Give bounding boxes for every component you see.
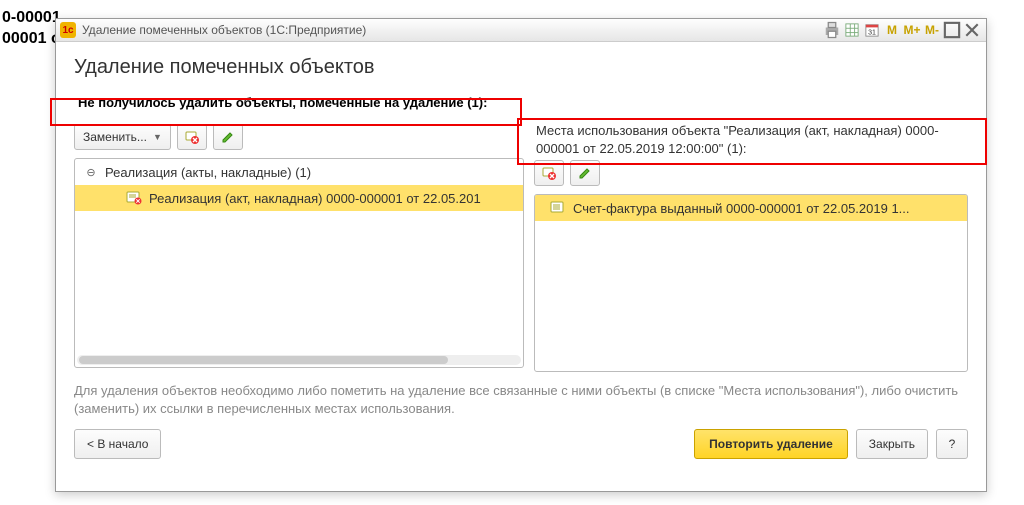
collapse-icon[interactable]: ⊖ bbox=[85, 166, 97, 178]
page-title: Удаление помеченных объектов bbox=[74, 56, 968, 79]
horizontal-scrollbar[interactable] bbox=[77, 355, 521, 365]
mark-delete-button-right[interactable] bbox=[534, 160, 564, 186]
content-area: Удаление помеченных объектов Не получило… bbox=[56, 42, 986, 492]
retry-delete-button[interactable]: Повторить удаление bbox=[694, 429, 848, 459]
background-text: 0-00001 00001 о bbox=[0, 0, 63, 58]
m-plus-button[interactable]: M+ bbox=[902, 21, 922, 39]
usage-item-label: Счет-фактура выданный 0000-000001 от 22.… bbox=[573, 201, 910, 216]
usage-label: Места использования объекта "Реализация … bbox=[534, 122, 968, 158]
close-button[interactable]: Закрыть bbox=[856, 429, 928, 459]
fail-message: Не получилось удалить объекты, помеченны… bbox=[74, 93, 968, 112]
chevron-down-icon: ▼ bbox=[153, 132, 162, 142]
mark-delete-button[interactable] bbox=[177, 124, 207, 150]
replace-button[interactable]: Заменить... ▼ bbox=[74, 124, 171, 150]
titlebar: 1c Удаление помеченных объектов (1С:Пред… bbox=[56, 19, 986, 42]
m-minus-button[interactable]: M- bbox=[922, 21, 942, 39]
app-icon: 1c bbox=[60, 22, 76, 38]
window-title: Удаление помеченных объектов (1С:Предпри… bbox=[82, 23, 366, 37]
footer: < В начало Повторить удаление Закрыть ? bbox=[74, 429, 968, 459]
calendar-icon[interactable]: 31 bbox=[862, 21, 882, 39]
maximize-icon[interactable] bbox=[942, 21, 962, 39]
svg-text:31: 31 bbox=[868, 29, 876, 36]
usage-item-row[interactable]: Счет-фактура выданный 0000-000001 от 22.… bbox=[535, 195, 967, 221]
dialog-window: 1c Удаление помеченных объектов (1С:Пред… bbox=[55, 18, 987, 492]
help-button[interactable]: ? bbox=[936, 429, 968, 459]
objects-tree[interactable]: ⊖ Реализация (акты, накладные) (1) Реали… bbox=[74, 158, 524, 368]
table-icon[interactable] bbox=[842, 21, 862, 39]
tree-item-label: Реализация (акт, накладная) 0000-000001 … bbox=[149, 191, 481, 206]
document-icon bbox=[549, 200, 567, 216]
print-icon[interactable] bbox=[822, 21, 842, 39]
usage-list[interactable]: Счет-фактура выданный 0000-000001 от 22.… bbox=[534, 194, 968, 372]
hint-text: Для удаления объектов необходимо либо по… bbox=[74, 382, 968, 417]
edit-button[interactable] bbox=[213, 124, 243, 150]
m-button[interactable]: M bbox=[882, 21, 902, 39]
tree-item-row[interactable]: Реализация (акт, накладная) 0000-000001 … bbox=[75, 185, 523, 211]
tree-group-row[interactable]: ⊖ Реализация (акты, накладные) (1) bbox=[75, 159, 523, 185]
close-icon[interactable] bbox=[962, 21, 982, 39]
replace-label: Заменить... bbox=[83, 130, 147, 144]
document-delete-icon bbox=[125, 190, 143, 206]
tree-group-label: Реализация (акты, накладные) (1) bbox=[105, 165, 311, 180]
back-button[interactable]: < В начало bbox=[74, 429, 161, 459]
edit-button-right[interactable] bbox=[570, 160, 600, 186]
